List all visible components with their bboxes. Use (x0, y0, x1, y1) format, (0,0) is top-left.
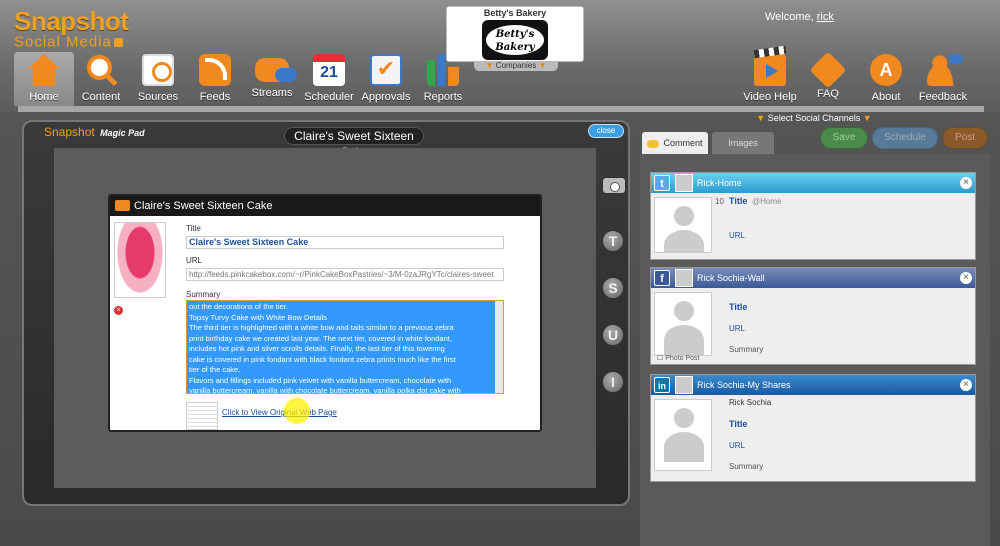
nav-faq[interactable]: FAQ (798, 51, 858, 100)
linkedin-icon: in (654, 377, 670, 393)
tab-comment[interactable]: Comment (642, 132, 708, 154)
calendar-icon: 21 (313, 54, 345, 86)
close-button[interactable]: close (588, 124, 624, 138)
url-label: URL (186, 256, 203, 265)
profile-placeholder (654, 292, 712, 356)
post-title: Title (729, 302, 748, 312)
bar-chart-icon (427, 54, 459, 86)
s-tool-button[interactable]: S (602, 277, 624, 299)
nav-feeds[interactable]: Feeds (185, 54, 245, 103)
post-title: Title (729, 196, 748, 206)
cursor-highlight (284, 398, 310, 424)
camera-tool-icon[interactable] (602, 177, 626, 194)
nav-home[interactable]: Home (14, 52, 74, 106)
schedule-button[interactable]: Schedule (872, 127, 938, 149)
nav-content[interactable]: Content (71, 54, 131, 103)
triangle-down-icon: ▼ (756, 113, 768, 123)
triangle-down-icon: ▼ (485, 61, 496, 70)
title-label: Title (186, 224, 201, 233)
scrollbar[interactable] (495, 301, 503, 393)
url-field[interactable]: http://feeds.pinkcakebox.com/~r/PinkCake… (186, 268, 504, 281)
welcome-text: Welcome, rick (765, 11, 834, 23)
nav-about[interactable]: A About (856, 54, 916, 103)
twitter-icon: t (654, 175, 670, 191)
pad-title: Snapshot Magic Pad (44, 125, 145, 139)
channel-name: Rick Sochia-My Shares (697, 380, 791, 390)
nav-video-help[interactable]: Video Help (740, 54, 800, 103)
brand-line2: Social Media (14, 33, 112, 51)
nav-reports[interactable]: Reports (413, 54, 473, 103)
company-logo: Betty's Bakery (482, 20, 548, 60)
close-icon[interactable]: × (960, 379, 972, 391)
logo-square-icon (113, 37, 123, 47)
facebook-icon: f (654, 270, 670, 286)
channel-name: Rick Sochia-Wall (697, 273, 765, 283)
avatar (675, 269, 693, 287)
tab-images[interactable]: Images (712, 132, 774, 154)
profile-placeholder (654, 197, 712, 253)
username-link[interactable]: rick (817, 11, 834, 23)
close-icon[interactable]: × (960, 177, 972, 189)
nav-streams[interactable]: Streams (242, 54, 302, 99)
view-original-link[interactable]: Click to View Original Web Page (222, 408, 337, 417)
chat-bubbles-icon (255, 58, 297, 82)
remove-image-icon[interactable]: × (114, 306, 123, 315)
post-url: URL (729, 231, 746, 240)
triangle-down-icon: ▼ (860, 113, 872, 123)
company-name: Betty's Bakery (483, 8, 547, 18)
document-search-icon (142, 54, 174, 86)
person-speech-icon (927, 54, 963, 86)
author-name: Rick Sochia (729, 398, 772, 407)
avatar (675, 376, 693, 394)
title-field[interactable]: Claire's Sweet Sixteen Cake (186, 236, 504, 249)
handle: @Home (752, 197, 782, 206)
select-social-channels[interactable]: ▼ Select Social Channels ▼ (754, 112, 874, 124)
char-count: 10 (715, 197, 724, 206)
channel-twitter: t Rick-Home × 10 Title @Home URL (650, 172, 976, 260)
magnifier-icon (85, 54, 117, 86)
content-card: Claire's Sweet Sixteen Cake × Title Clai… (108, 194, 542, 432)
web-page-thumbnail[interactable] (186, 402, 218, 430)
pad-heading: Claire's Sweet Sixteen Cake (284, 127, 424, 159)
nav-feedback[interactable]: Feedback (913, 54, 973, 103)
summary-textarea[interactable]: out the decorations of the tier. Topsy T… (186, 300, 504, 394)
post-button[interactable]: Post (942, 127, 988, 149)
close-icon[interactable]: × (960, 272, 972, 284)
card-header: Claire's Sweet Sixteen Cake (110, 196, 540, 216)
channel-name: Rick-Home (697, 178, 742, 188)
question-diamond-icon (809, 51, 847, 89)
photo-post-checkbox[interactable]: ☐ Photo Post (657, 354, 699, 362)
avatar (675, 174, 693, 192)
summary-label: Summary (186, 290, 221, 299)
nav-scheduler[interactable]: 21 Scheduler (299, 54, 359, 103)
text-tool-button[interactable]: T (602, 230, 624, 252)
post-url: URL (729, 324, 746, 333)
post-summary: Summary (729, 462, 764, 471)
post-url: URL (729, 441, 746, 450)
u-tool-button[interactable]: U (602, 324, 624, 346)
camera-icon (115, 200, 130, 211)
about-a-icon: A (870, 54, 902, 86)
channel-facebook: f Rick Sochia-Wall × Title URL Summary ☐… (650, 267, 976, 365)
nav-approvals[interactable]: ✔ Approvals (356, 54, 416, 103)
triangle-down-icon: ▼ (536, 61, 547, 70)
companies-dropdown[interactable]: ▼ Companies ▼ (474, 61, 558, 71)
post-summary: Summary (729, 345, 764, 354)
post-title: Title (729, 419, 748, 429)
rss-icon (199, 54, 231, 86)
home-icon (28, 54, 60, 86)
save-button[interactable]: Save (820, 127, 868, 149)
nav-sources[interactable]: Sources (128, 54, 188, 103)
channel-linkedin: in Rick Sochia-My Shares × Rick Sochia T… (650, 374, 976, 482)
clapperboard-icon (754, 54, 786, 86)
cake-thumbnail (114, 222, 166, 298)
app-header: Snapshot Social Media Betty's Bakery Bet… (0, 0, 1000, 112)
profile-placeholder (654, 399, 712, 471)
checkbox-icon: ✔ (370, 54, 402, 86)
i-tool-button[interactable]: I (602, 371, 624, 393)
brand-logo[interactable]: Snapshot Social Media (14, 6, 129, 51)
